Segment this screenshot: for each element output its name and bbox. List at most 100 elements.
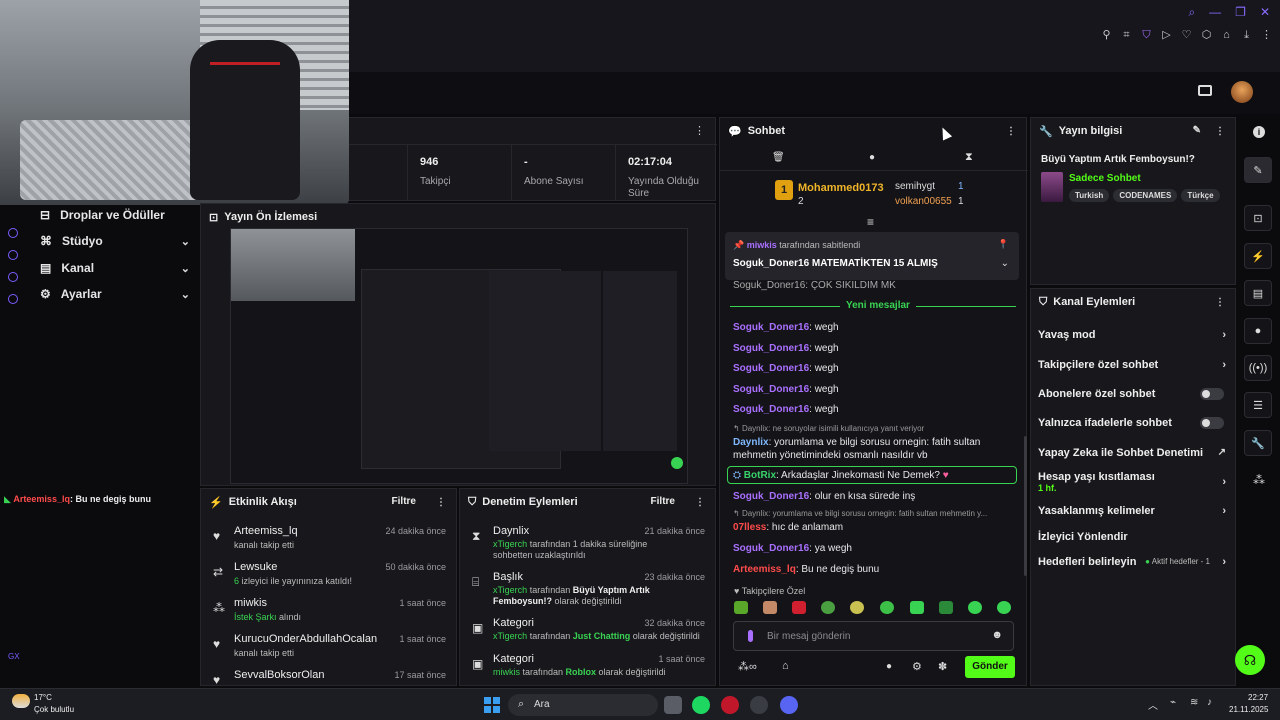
chat-username[interactable]: BotRix [744, 470, 776, 481]
layout-button[interactable]: ☰ [1244, 392, 1272, 418]
emote-3[interactable] [792, 601, 806, 614]
more-icon[interactable]: ⋮ [694, 124, 705, 137]
app-icon[interactable] [750, 696, 768, 714]
ai-moderation-row[interactable]: Yapay Zeka ile Sohbet Denetimi ↗ [1038, 447, 1230, 459]
shield-icon[interactable]: ⛉ [1141, 30, 1152, 41]
tag[interactable]: Turkish [1069, 189, 1110, 202]
emoji-icon[interactable]: ☻ [991, 629, 1003, 641]
search-icon[interactable]: ⌕ [1188, 5, 1195, 20]
nav-drops[interactable]: ⊟ Droplar ve Ödüller [40, 205, 190, 225]
chevron-down-icon[interactable]: ⌄ [1001, 258, 1009, 269]
spotify-icon[interactable] [692, 696, 710, 714]
emote-1[interactable] [734, 601, 748, 614]
banned-words-row[interactable]: Yasaklanmış kelimeler › [1038, 505, 1230, 517]
heart-icon[interactable]: ♡ [1181, 30, 1192, 41]
chat-username[interactable]: Soguk_Doner16 [733, 543, 809, 554]
followers-only-row[interactable]: Takipçilere özel sohbet › [1038, 359, 1230, 371]
unpin-icon[interactable]: 📍 [998, 239, 1009, 250]
pin-icon[interactable]: ⚲ [1101, 30, 1112, 41]
weather-temp[interactable]: 17°C [34, 693, 52, 702]
network-icon[interactable]: ⌁ [1170, 697, 1176, 708]
windows-start-icon[interactable] [484, 697, 500, 713]
opera-gx-icon[interactable] [721, 696, 739, 714]
store-icon[interactable]: ⌂ [782, 660, 789, 672]
chat-username[interactable]: Soguk_Doner16 [733, 343, 809, 354]
emote-10[interactable] [997, 601, 1011, 614]
download-icon[interactable]: ⤓ [1241, 30, 1252, 41]
chevron-up-icon[interactable]: ︿ [1148, 697, 1158, 712]
clip-button[interactable]: ⊡ [1244, 205, 1272, 231]
points-icon[interactable]: ⁂∞ [738, 660, 757, 673]
chat-username[interactable]: Daynlix [733, 437, 769, 448]
redirect-viewers-row[interactable]: İzleyici Yönlendir [1038, 531, 1230, 543]
stream-manager-icon[interactable] [1198, 85, 1212, 96]
account-age-row[interactable]: Hesap yaşı kısıtlaması › [1038, 471, 1230, 488]
more-icon[interactable]: ⋮ [436, 497, 446, 508]
goals-row[interactable]: Hedefleri belirleyin ● Aktif hedefler - 1… [1038, 556, 1230, 568]
gear-icon[interactable]: ⚙ [912, 660, 922, 673]
wifi-icon[interactable]: ≋ [1190, 697, 1198, 708]
emote-8[interactable] [939, 601, 953, 614]
points-icon[interactable]: ⁂ [1253, 473, 1265, 487]
puzzle-icon[interactable]: ✽ [938, 660, 947, 673]
tag[interactable]: CODENAMES [1113, 189, 1178, 202]
leaderboard-second[interactable]: semihygt [895, 181, 935, 192]
support-icon[interactable]: ☊ [1235, 645, 1265, 675]
taskbar-search[interactable]: ⌕ Ara [508, 694, 658, 716]
chat-username[interactable]: Soguk_Doner16 [733, 404, 809, 415]
emote-9[interactable] [968, 601, 982, 614]
chat-scrollbar[interactable] [1024, 436, 1027, 576]
cube-icon[interactable]: ⬡ [1201, 30, 1212, 41]
more-icon[interactable]: ⋮ [1006, 126, 1016, 137]
chat-input[interactable]: Bir mesaj gönderin ☻ [733, 621, 1014, 651]
volume-icon[interactable]: ♪ [1207, 697, 1212, 708]
pinned-message[interactable]: 📌 miwkis tarafından sabitlendi Soguk_Don… [725, 232, 1019, 280]
clock-time[interactable]: 22:27 [1248, 693, 1268, 702]
tag[interactable]: Türkçe [1181, 189, 1220, 202]
trash-icon[interactable]: 🗑 [772, 152, 785, 163]
broadcast-button[interactable]: ((•)) [1244, 355, 1272, 381]
play-icon[interactable]: ▷ [1161, 30, 1172, 41]
subs-only-toggle[interactable] [1200, 388, 1224, 400]
mic-icon[interactable] [748, 630, 753, 642]
stream-preview-video[interactable] [230, 228, 688, 484]
emotes-only-toggle[interactable] [1200, 417, 1224, 429]
chat-popout-button[interactable]: ● [1244, 318, 1272, 344]
tools-button[interactable]: 🔧 [1244, 430, 1272, 456]
emote-6[interactable] [880, 601, 894, 614]
quick-action-button[interactable]: ⚡ [1244, 243, 1272, 269]
chat-username[interactable]: 07lless [733, 522, 766, 533]
chat-settings-bubble-icon[interactable]: ● [886, 661, 892, 672]
avatar[interactable] [1231, 81, 1253, 103]
notes-button[interactable]: ▤ [1244, 280, 1272, 306]
edit-stream-button[interactable]: ✎ [1244, 157, 1272, 183]
slow-mode-row[interactable]: Yavaş mod › [1038, 329, 1230, 341]
emote-2[interactable] [763, 601, 777, 614]
restore-icon[interactable]: ❐ [1235, 5, 1246, 20]
info-icon[interactable]: i [1253, 126, 1265, 138]
emote-4[interactable] [821, 601, 835, 614]
discord-icon[interactable] [780, 696, 798, 714]
more-icon[interactable]: ⋮ [1215, 126, 1225, 137]
chat-username[interactable]: Soguk_Doner16 [733, 322, 809, 333]
chat-username[interactable]: Soguk_Doner16 [733, 491, 809, 502]
hourglass-icon[interactable]: ⧗ [965, 151, 973, 164]
emote-5[interactable] [850, 601, 864, 614]
nav-settings[interactable]: ⚙ Ayarlar ⌄ [40, 284, 190, 304]
more-icon[interactable]: ⋮ [1215, 297, 1225, 308]
rail-circle-icon[interactable] [8, 228, 18, 238]
chat-bubble-icon[interactable]: ● [869, 152, 875, 163]
menu-icon[interactable]: ⋮ [1261, 30, 1272, 41]
rail-clock-icon[interactable] [8, 250, 18, 260]
stream-category[interactable]: Sadece Sohbet [1069, 173, 1141, 184]
send-button[interactable]: Gönder [965, 656, 1015, 678]
nav-studio[interactable]: ⌘ Stüdyo ⌄ [40, 231, 190, 251]
leaderboard-first[interactable]: Mohammed0173 [798, 182, 884, 194]
crop-icon[interactable]: ⌗ [1121, 30, 1132, 41]
rail-friends-icon[interactable] [8, 272, 18, 282]
filter-button[interactable]: Filtre [392, 496, 416, 507]
leaderboard-third[interactable]: volkan00655 [895, 196, 952, 207]
chat-username[interactable]: Soguk_Doner16 [733, 384, 809, 395]
chat-username[interactable]: Arteemiss_lq [733, 564, 796, 575]
more-icon[interactable]: ⋮ [695, 497, 705, 508]
